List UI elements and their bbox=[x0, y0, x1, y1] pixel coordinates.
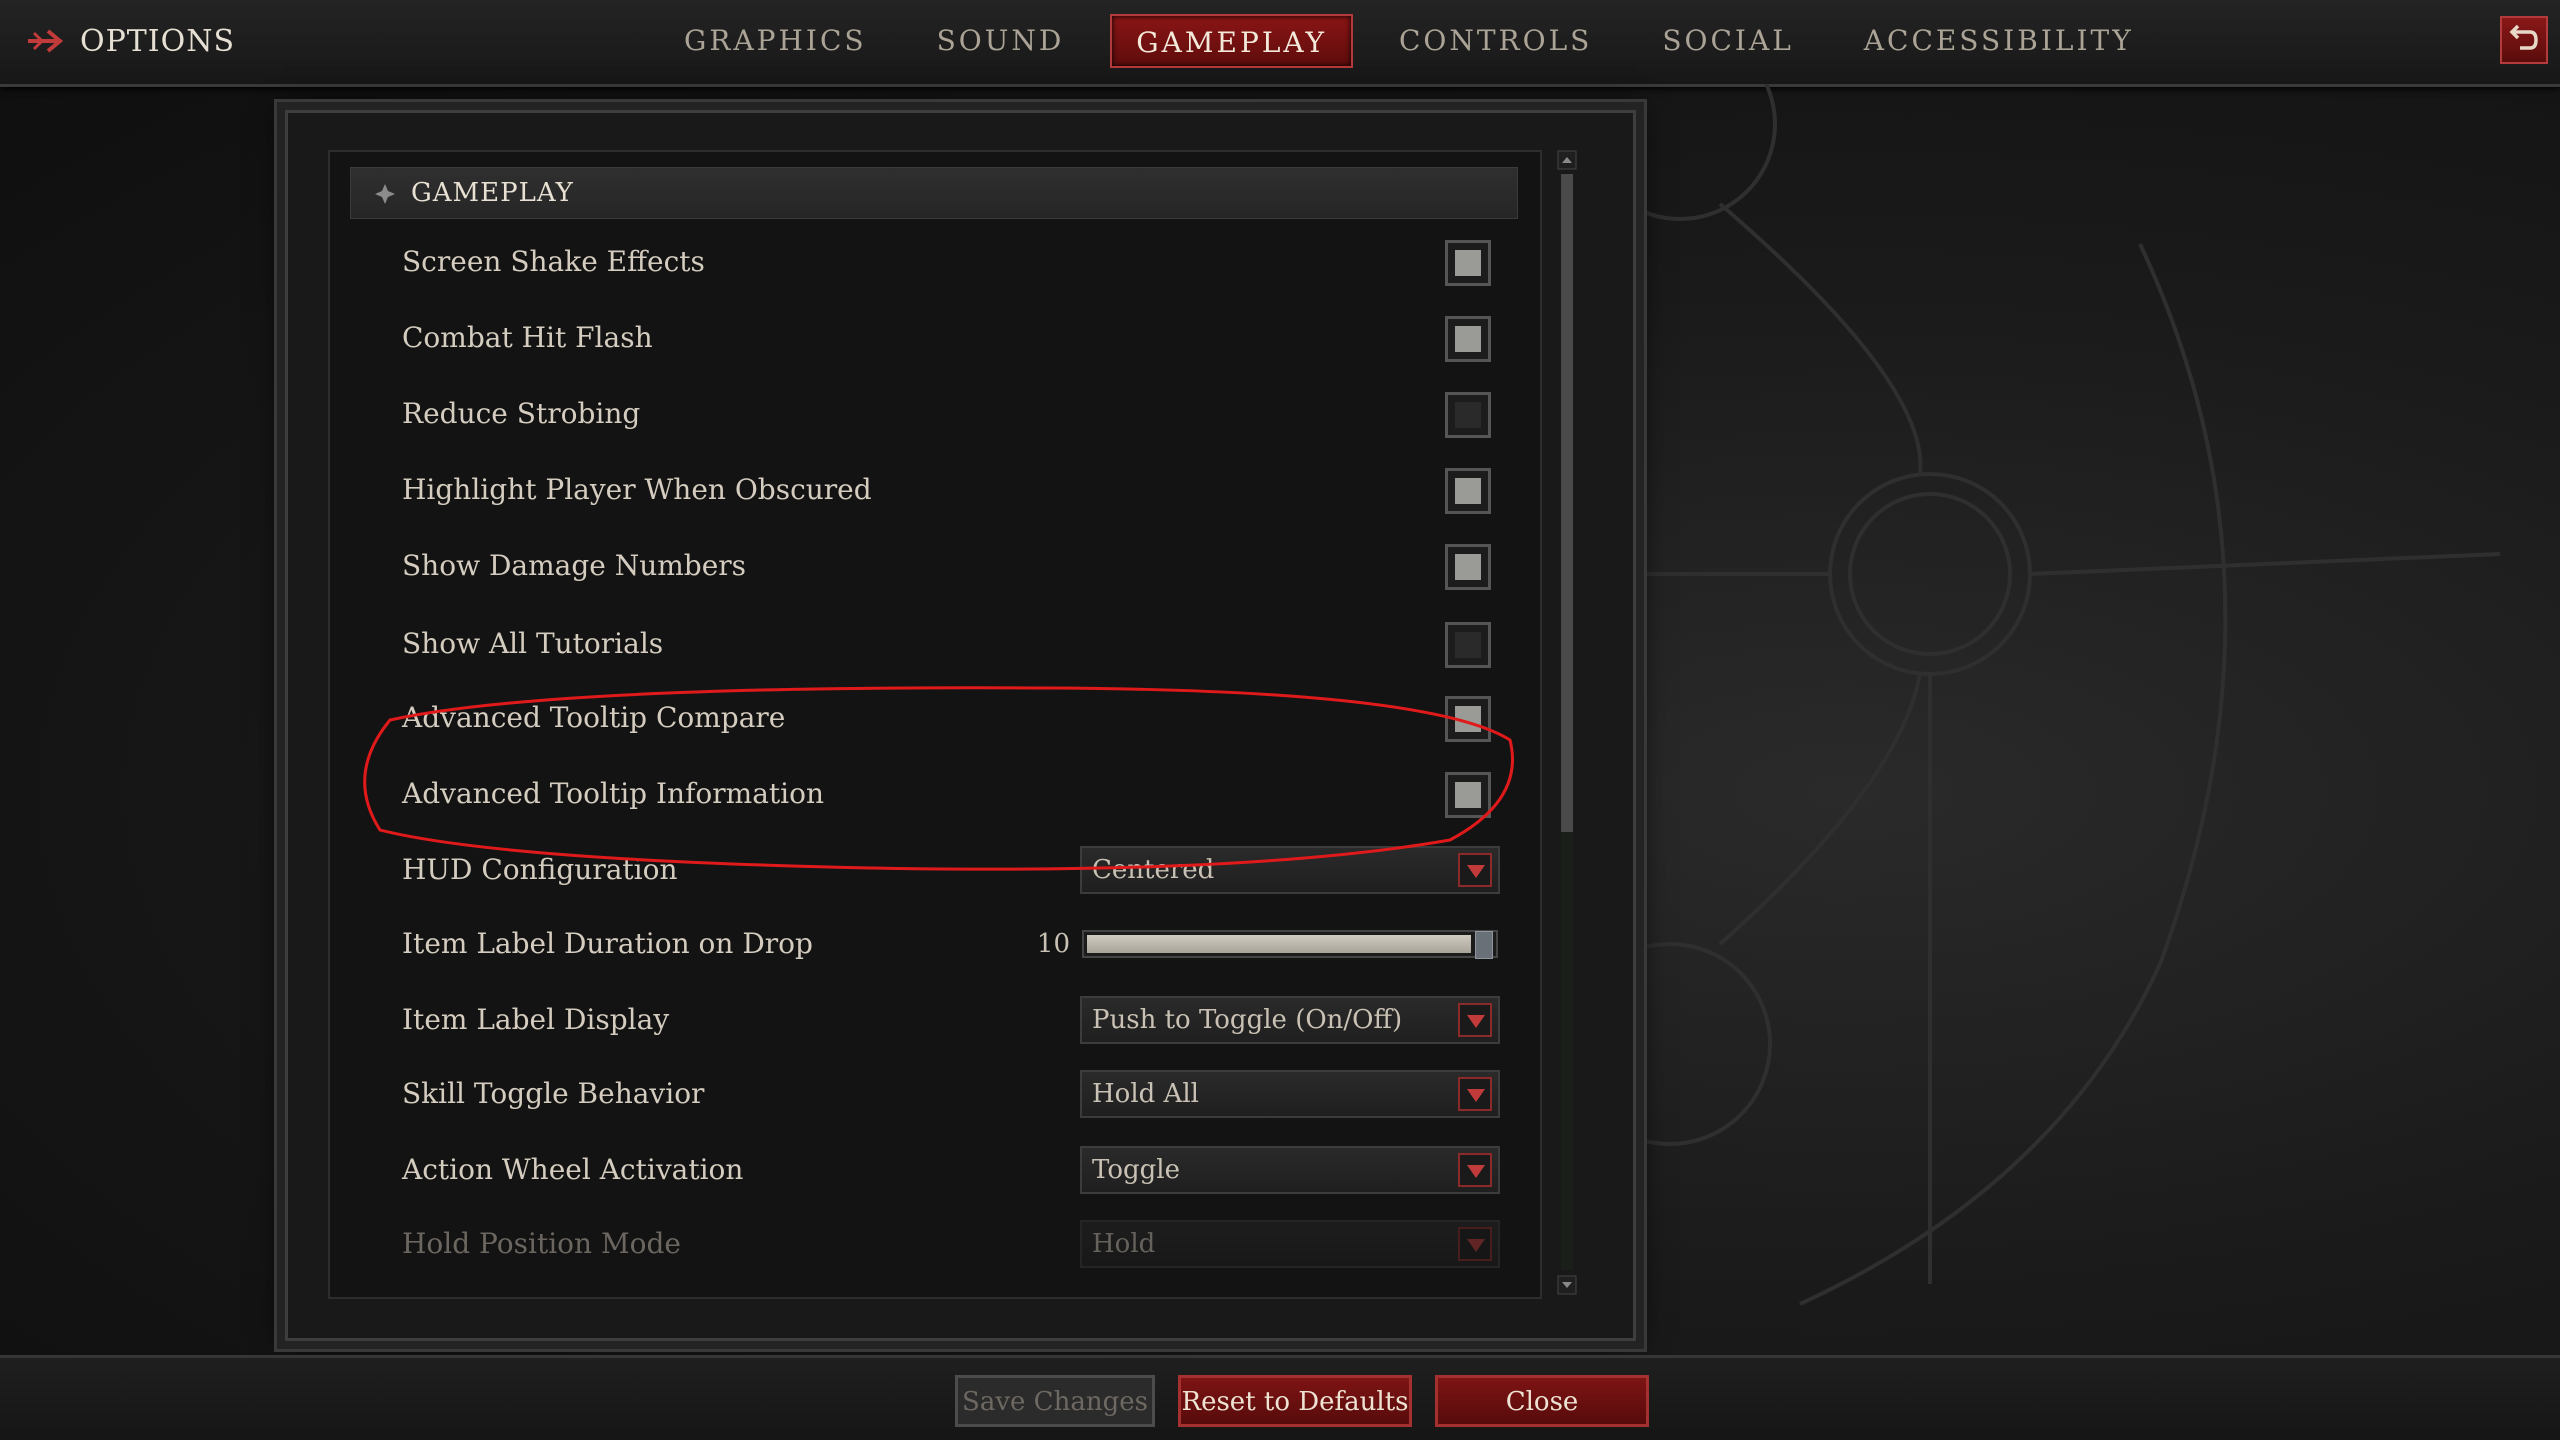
setting-slider[interactable] bbox=[1082, 930, 1498, 959]
slider-value: 10 bbox=[1036, 929, 1070, 959]
tab-gameplay[interactable]: GAMEPLAY bbox=[1110, 14, 1353, 68]
scrollbar[interactable] bbox=[1555, 150, 1579, 1295]
scroll-up-arrow-icon[interactable] bbox=[1557, 150, 1577, 170]
setting-label: Screen Shake Effects bbox=[402, 245, 705, 278]
back-button[interactable] bbox=[2500, 16, 2548, 64]
setting-checkbox[interactable] bbox=[1445, 240, 1491, 286]
slider-handle[interactable] bbox=[1475, 931, 1493, 959]
dropdown-value: Hold bbox=[1092, 1229, 1156, 1259]
options-title: OPTIONS bbox=[80, 23, 236, 59]
setting-label: Combat Hit Flash bbox=[402, 321, 653, 354]
setting-row: Highlight Player When Obscured bbox=[330, 460, 1540, 520]
dropdown-value: Toggle bbox=[1092, 1155, 1180, 1185]
setting-checkbox[interactable] bbox=[1445, 316, 1491, 362]
scroll-thumb[interactable] bbox=[1561, 174, 1573, 832]
setting-row: Hold Position Mode Hold bbox=[330, 1214, 1540, 1274]
checkbox-fill bbox=[1455, 478, 1481, 504]
setting-label: Highlight Player When Obscured bbox=[402, 473, 872, 506]
chevron-down-icon[interactable] bbox=[1458, 1153, 1492, 1187]
setting-checkbox[interactable] bbox=[1445, 392, 1491, 438]
tab-graphics[interactable]: GRAPHICS bbox=[660, 14, 891, 68]
setting-checkbox[interactable] bbox=[1445, 622, 1491, 668]
setting-label: Item Label Display bbox=[402, 1003, 670, 1036]
close-button[interactable]: Close bbox=[1435, 1375, 1649, 1427]
setting-label: Skill Toggle Behavior bbox=[402, 1077, 705, 1110]
chevron-down-icon[interactable] bbox=[1458, 1227, 1492, 1261]
setting-label: Hold Position Mode bbox=[402, 1227, 681, 1260]
background-sigil-decoration bbox=[1600, 84, 2501, 1306]
setting-dropdown[interactable]: Push to Toggle (On/Off) bbox=[1080, 996, 1500, 1044]
setting-label: Reduce Strobing bbox=[402, 397, 641, 430]
section-title: GAMEPLAY bbox=[411, 178, 574, 208]
setting-checkbox[interactable] bbox=[1445, 468, 1491, 514]
tab-social[interactable]: SOCIAL bbox=[1638, 14, 1817, 68]
reset-to-defaults-button[interactable]: Reset to Defaults bbox=[1178, 1375, 1412, 1427]
setting-row: Show All Tutorials bbox=[330, 614, 1540, 674]
scroll-track[interactable] bbox=[1561, 174, 1573, 1270]
setting-checkbox[interactable] bbox=[1445, 544, 1491, 590]
save-changes-button[interactable]: Save Changes bbox=[955, 1375, 1155, 1427]
setting-dropdown[interactable]: Toggle bbox=[1080, 1146, 1500, 1194]
tab-accessibility[interactable]: ACCESSIBILITY bbox=[1840, 14, 2158, 68]
options-arrow-icon bbox=[28, 29, 64, 53]
checkbox-fill bbox=[1455, 250, 1481, 276]
bottom-bar: Save Changes Reset to Defaults Close bbox=[0, 1355, 2560, 1440]
options-title-block: OPTIONS bbox=[14, 12, 434, 70]
setting-label: Item Label Duration on Drop bbox=[402, 927, 813, 960]
dropdown-value: Push to Toggle (On/Off) bbox=[1092, 1005, 1403, 1035]
setting-label: Show All Tutorials bbox=[402, 627, 664, 660]
settings-tabs: GRAPHICS SOUND GAMEPLAY CONTROLS SOCIAL ACCES… bbox=[660, 14, 2180, 70]
slider-fill bbox=[1087, 935, 1471, 953]
checkbox-fill bbox=[1455, 632, 1481, 658]
setting-row: Show Damage Numbers bbox=[330, 536, 1540, 596]
setting-row: Skill Toggle Behavior Hold All bbox=[330, 1064, 1540, 1124]
setting-row: Reduce Strobing bbox=[330, 384, 1540, 444]
back-arrow-icon bbox=[2509, 24, 2538, 50]
setting-dropdown[interactable]: Hold bbox=[1080, 1220, 1500, 1268]
top-bar: OPTIONS GRAPHICS SOUND GAMEPLAY CONTROLS SOC… bbox=[0, 0, 2560, 87]
setting-dropdown[interactable]: Hold All bbox=[1080, 1070, 1500, 1118]
checkbox-fill bbox=[1455, 402, 1481, 428]
checkbox-fill bbox=[1455, 326, 1481, 352]
setting-row: Screen Shake Effects bbox=[330, 232, 1540, 292]
tab-sound[interactable]: SOUND bbox=[913, 14, 1089, 68]
scroll-down-arrow-icon[interactable] bbox=[1557, 1275, 1577, 1295]
options-screen: OPTIONS GRAPHICS SOUND GAMEPLAY CONTROLS SOC… bbox=[0, 0, 2560, 1440]
checkbox-fill bbox=[1455, 554, 1481, 580]
setting-row: Item Label Duration on Drop 10 bbox=[330, 914, 1540, 974]
setting-row: Combat Hit Flash bbox=[330, 308, 1540, 368]
diamond-icon bbox=[375, 184, 395, 204]
chevron-down-icon[interactable] bbox=[1458, 1003, 1492, 1037]
setting-label: Show Damage Numbers bbox=[402, 549, 747, 582]
setting-row: Item Label Display Push to Toggle (On/Off… bbox=[330, 990, 1540, 1050]
highlight-annotation-ellipse bbox=[363, 686, 1514, 871]
chevron-down-icon[interactable] bbox=[1458, 1077, 1492, 1111]
dropdown-value: Hold All bbox=[1092, 1079, 1199, 1109]
tab-controls[interactable]: CONTROLS bbox=[1375, 14, 1616, 68]
section-header: GAMEPLAY bbox=[350, 167, 1518, 219]
setting-row: Action Wheel Activation Toggle bbox=[330, 1140, 1540, 1200]
setting-label: Action Wheel Activation bbox=[402, 1153, 744, 1186]
